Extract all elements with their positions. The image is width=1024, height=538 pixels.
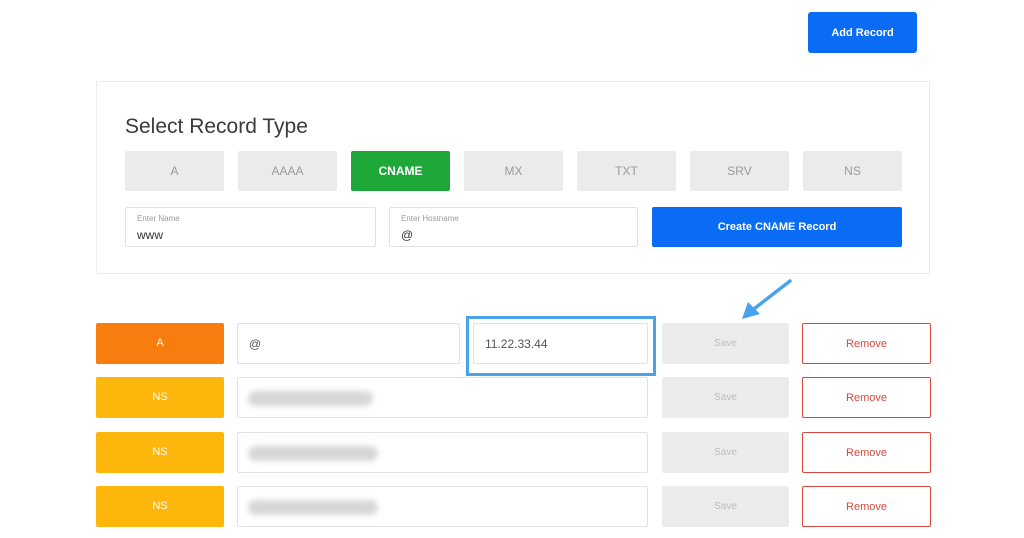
name-field[interactable]: Enter Name www [125,207,376,247]
record-value-input[interactable] [237,486,648,527]
redacted-value [248,391,373,406]
record-type-badge: NS [96,432,224,473]
record-type-srv[interactable]: SRV [690,151,789,191]
remove-button[interactable]: Remove [802,486,931,527]
redacted-value [248,500,378,515]
record-type-panel: Select Record Type A AAAA CNAME MX TXT S… [96,81,930,274]
record-type-cname[interactable]: CNAME [351,151,450,191]
name-field-value: www [137,228,163,242]
record-value-input[interactable] [237,377,648,418]
record-name-value: @ [249,337,262,351]
save-button[interactable]: Save [662,486,789,527]
remove-button[interactable]: Remove [802,377,931,418]
record-type-badge: A [96,323,224,364]
redacted-value [248,446,378,461]
record-row: NS Save Remove [0,377,1024,418]
record-type-aaaa[interactable]: AAAA [238,151,337,191]
record-type-badge: NS [96,377,224,418]
panel-title: Select Record Type [125,115,308,138]
record-value-input[interactable] [237,432,648,473]
record-row: NS Save Remove [0,432,1024,473]
add-record-button[interactable]: Add Record [808,12,917,53]
hostname-field-label: Enter Hostname [401,214,459,223]
arrow-down-left-icon [742,279,792,319]
record-type-ns[interactable]: NS [803,151,902,191]
record-type-a[interactable]: A [125,151,224,191]
record-value-input[interactable]: 11.22.33.44 [473,323,648,364]
create-cname-record-button[interactable]: Create CNAME Record [652,207,902,247]
remove-button[interactable]: Remove [802,323,931,364]
record-type-txt[interactable]: TXT [577,151,676,191]
hostname-field[interactable]: Enter Hostname @ [389,207,638,247]
record-row: NS Save Remove [0,486,1024,527]
remove-button[interactable]: Remove [802,432,931,473]
save-button[interactable]: Save [662,323,789,364]
record-row: A @ 11.22.33.44 Save Remove [0,323,1024,364]
save-button[interactable]: Save [662,377,789,418]
record-type-badge: NS [96,486,224,527]
record-name-input[interactable]: @ [237,323,460,364]
hostname-field-value: @ [401,228,414,242]
record-value-text: 11.22.33.44 [485,337,548,351]
record-type-mx[interactable]: MX [464,151,563,191]
name-field-label: Enter Name [137,214,180,223]
save-button[interactable]: Save [662,432,789,473]
